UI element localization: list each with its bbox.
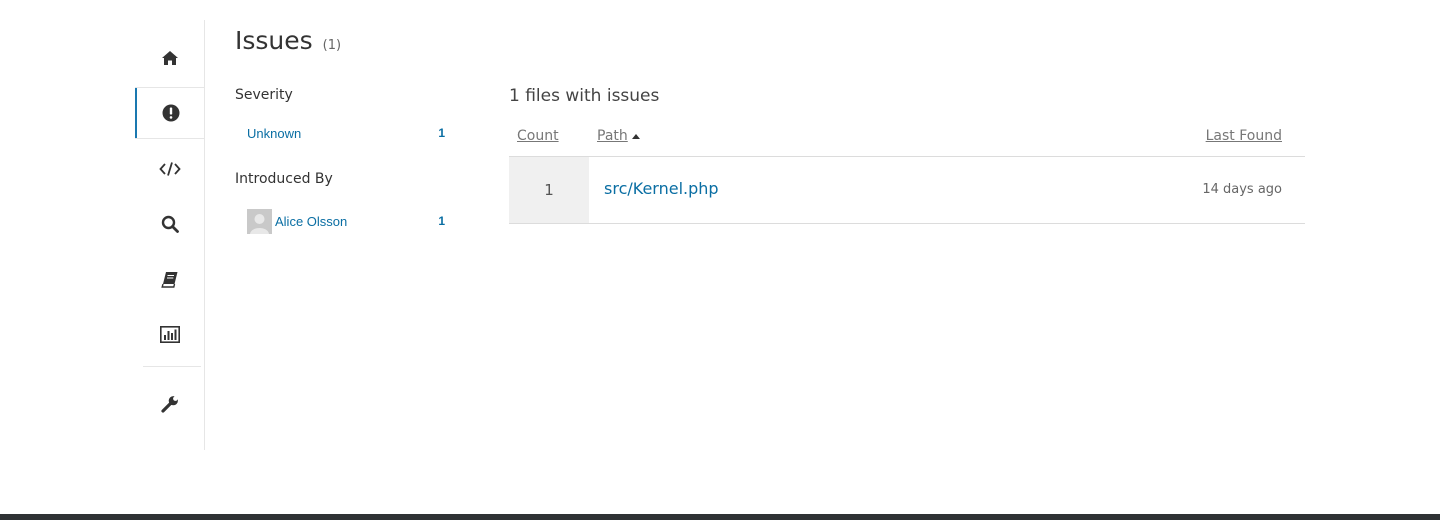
column-header-path[interactable]: Path [597, 128, 640, 144]
nav-code[interactable] [135, 144, 204, 194]
nav-home[interactable] [135, 33, 204, 83]
row-count: 1 [509, 157, 589, 223]
author-filter-label: Alice Olsson [275, 213, 348, 229]
nav-issues[interactable] [135, 88, 204, 138]
column-header-path-label: Path [597, 128, 628, 144]
issue-count: (1) [322, 38, 342, 53]
severity-filter-label: Unknown [247, 125, 302, 141]
wrench-icon [160, 396, 178, 413]
severity-filter-count: 1 [438, 126, 445, 140]
table-row-rule [509, 223, 1305, 224]
nav-settings[interactable] [135, 379, 204, 429]
page-title: Issues (1) [235, 26, 341, 55]
code-icon [158, 162, 181, 176]
home-icon [161, 51, 178, 65]
sort-ascending-icon [631, 133, 640, 139]
author-filter-item[interactable]: Alice Olsson 1 [247, 208, 445, 234]
exclamation-icon [162, 104, 179, 122]
row-last-found: 14 days ago [1202, 182, 1282, 197]
results-heading: 1 files with issues [509, 86, 660, 106]
bar-chart-icon [159, 325, 180, 343]
table-row: 1 src/Kernel.php 14 days ago [509, 157, 1305, 223]
column-header-count[interactable]: Count [517, 128, 559, 144]
row-path-link[interactable]: src/Kernel.php [604, 179, 719, 198]
column-header-last-found[interactable]: Last Found [1206, 128, 1282, 144]
nav-docs[interactable] [135, 254, 204, 304]
footer-bar [0, 514, 1440, 520]
nav-divider [135, 138, 204, 139]
nav-statistics[interactable] [135, 309, 204, 359]
user-silhouette-icon [250, 213, 269, 234]
nav-divider [143, 366, 201, 367]
page-title-text: Issues [235, 26, 313, 55]
severity-filter-item[interactable]: Unknown 1 [247, 121, 445, 145]
severity-heading: Severity [235, 87, 293, 103]
author-filter-author: Alice Olsson [247, 208, 348, 234]
introduced-by-heading: Introduced By [235, 171, 333, 187]
avatar [247, 208, 272, 234]
author-filter-count: 1 [438, 214, 445, 228]
search-icon [161, 215, 179, 233]
sidebar-nav [135, 20, 205, 450]
nav-search[interactable] [135, 199, 204, 249]
book-icon [160, 271, 177, 288]
